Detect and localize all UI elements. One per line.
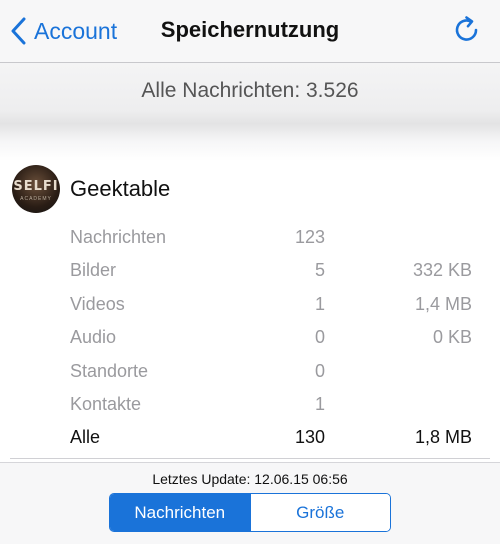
stat-label: Audio <box>70 327 117 348</box>
stat-count: 5 <box>314 260 325 281</box>
stats-row-nachrichten: Nachrichten 123 <box>0 221 500 254</box>
stat-count: 123 <box>294 227 325 247</box>
navigation-bar: Account Speichernutzung <box>0 0 500 63</box>
footer-toolbar: Letztes Update: 12.06.15 06:56 Nachricht… <box>0 462 500 544</box>
stat-size: 1,4 MB <box>414 293 472 314</box>
page-title: Speichernutzung <box>160 17 340 42</box>
segment-nachrichten[interactable]: Nachrichten <box>110 494 250 531</box>
stat-label: Videos <box>70 293 125 314</box>
stat-count: 1 <box>314 393 325 414</box>
total-messages-label: Alle Nachrichten: 3.526 <box>141 79 359 102</box>
stat-size: 1,8 MB <box>414 427 472 448</box>
refresh-icon <box>455 16 478 41</box>
stats-table: Nachrichten 123 Bilder 5 332 KB Videos 1… <box>0 221 500 455</box>
stats-row-alle: Alle 130 1,8 MB <box>0 421 500 454</box>
stat-size: 332 KB <box>412 260 472 281</box>
stat-label: Kontakte <box>70 393 142 414</box>
stat-label: Bilder <box>70 260 117 281</box>
stat-count: 1 <box>314 293 325 314</box>
avatar: SELFI ACADEMY <box>12 165 60 213</box>
stat-count: 0 <box>314 360 325 381</box>
stat-size: 0 KB <box>432 327 472 348</box>
avatar-logo-text: SELFI <box>13 179 59 194</box>
contact-name: Geektable <box>70 176 171 201</box>
stat-label: Standorte <box>70 360 149 381</box>
stats-row-kontakte: Kontakte 1 <box>0 388 500 421</box>
segment-groesse[interactable]: Größe <box>249 494 390 531</box>
avatar-logo-subtext: ACADEMY <box>20 196 52 202</box>
stats-row-standorte: Standorte 0 <box>0 355 500 388</box>
stats-row-videos: Videos 1 1,4 MB <box>0 288 500 321</box>
stats-row-audio: Audio 0 0 KB <box>0 321 500 354</box>
stat-label: Nachrichten <box>70 227 167 247</box>
segmented-control: Nachrichten Größe <box>109 493 391 532</box>
stat-label: Alle <box>70 427 101 448</box>
stat-count: 130 <box>294 427 325 448</box>
refresh-button[interactable] <box>452 15 482 45</box>
divider <box>10 458 490 459</box>
stat-count: 0 <box>314 327 325 348</box>
summary-banner: Alle Nachrichten: 3.526 <box>0 63 500 161</box>
last-update-label: Letztes Update: 12.06.15 06:56 <box>152 471 348 487</box>
stats-row-bilder: Bilder 5 332 KB <box>0 254 500 287</box>
